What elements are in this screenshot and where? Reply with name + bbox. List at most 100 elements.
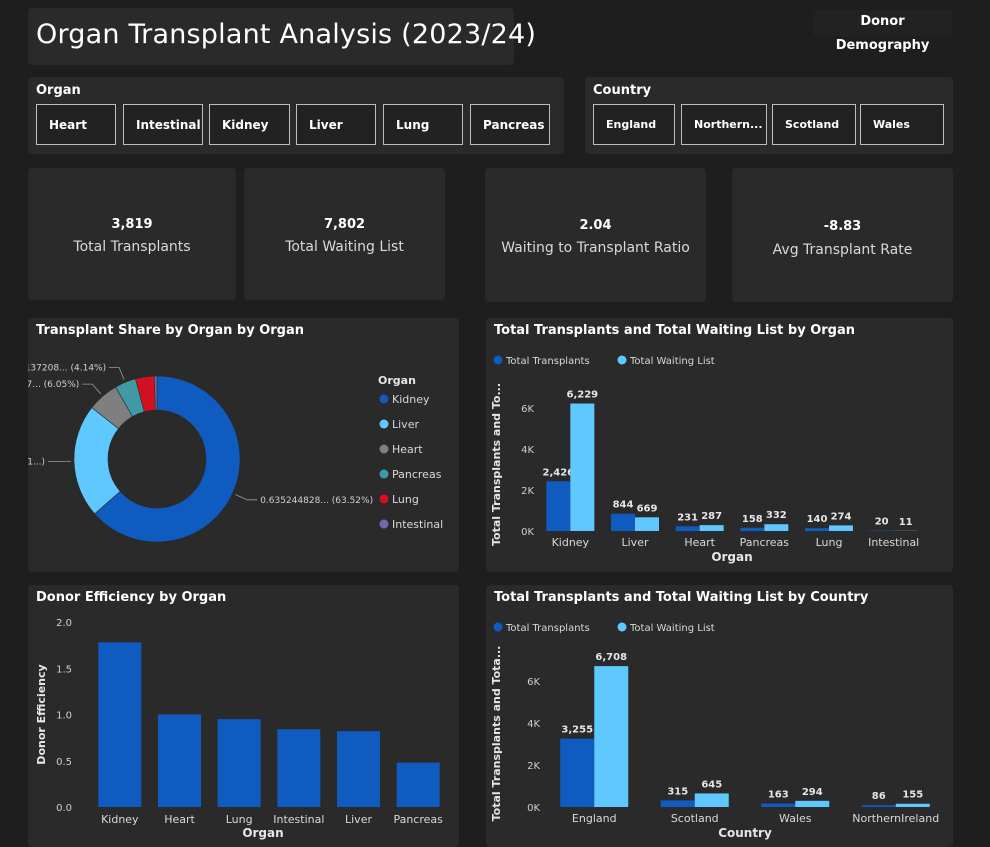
y-axis-label: Donor Efficiency (35, 664, 48, 764)
y-tick-label: 4K (527, 719, 540, 730)
bar-data-label: 294 (802, 787, 823, 798)
bar-donor-efficiency-liver (337, 731, 380, 807)
x-axis-label: Organ (242, 826, 283, 840)
donut-legend-marker-pancreas (379, 469, 389, 479)
organ-option-pancreas[interactable]: Pancreas (470, 104, 550, 145)
x-axis-label: Organ (711, 550, 752, 564)
donut-legend-title: Organ (378, 374, 416, 387)
organ-bar-chart-svg: Total Transplants Total Waiting List 0K 2K 4… (490, 355, 919, 564)
country-option-wales[interactable]: Wales (860, 104, 944, 145)
bar-data-label: 231 (677, 512, 698, 523)
donut-data-label: 0.635244828... (63.52%) (260, 496, 373, 506)
kpi-waiting-to-transplant-ratio: 2.04 Waiting to Transplant Ratio (485, 168, 706, 302)
donut-leader-pancreas (109, 367, 125, 380)
bar-data-label: 315 (667, 786, 688, 797)
organ-option-lung[interactable]: Lung (383, 104, 463, 145)
donut-data-label: 0.060487... (6.05%) (28, 380, 79, 390)
bar-data-label: 2,426 (543, 467, 575, 478)
donut-legend-label: Intestinal (392, 518, 443, 531)
kpi-label: Avg Transplant Rate (772, 242, 913, 258)
bar-total-transplants-kidney (546, 481, 571, 531)
bar-data-label: 3,255 (561, 725, 593, 736)
title-panel: Organ Transplant Analysis (2023/24) (28, 8, 536, 65)
kpi-label: Waiting to Transplant Ratio (501, 240, 690, 256)
country-slicer: Country England Northern... Scotland Wal… (585, 77, 953, 154)
page-title: Organ Transplant Analysis (2023/24) (36, 19, 537, 50)
bar-total-transplants-england (560, 738, 595, 807)
kpi-label: Total Waiting List (285, 239, 404, 255)
x-tick-label: Intestinal (273, 813, 324, 826)
x-tick-label: Liver (622, 536, 649, 549)
bar-total-waiting-list-heart (699, 525, 724, 531)
donut-legend-label: Kidney (392, 393, 430, 406)
kpi-avg-transplant-rate: -8.83 Avg Transplant Rate (732, 168, 953, 302)
bar-total-transplants-lung (805, 528, 829, 531)
kpi-total-waiting-list: 7,802 Total Waiting List (244, 168, 445, 300)
x-tick-label: Pancreas (740, 536, 790, 549)
bar-data-label: 274 (831, 511, 852, 522)
bar-data-label: 287 (701, 511, 722, 522)
donut-legend-label: Liver (392, 418, 419, 431)
bar-total-waiting-list-liver (635, 517, 659, 531)
bar-total-waiting-list-scotland (694, 793, 729, 807)
bar-total-waiting-list-wales (795, 800, 830, 807)
legend-marker-total-waiting-list (617, 622, 627, 632)
donor-efficiency-chart: Donor Efficiency by Organ 0.0 0.5 1.0 1.5 2.… (28, 585, 459, 847)
donut-legend-marker-heart (379, 444, 389, 454)
organ-option-heart[interactable]: Heart (36, 104, 116, 145)
bar-data-label: 332 (766, 510, 787, 521)
donor-demography-button[interactable]: Donor Demography (813, 10, 952, 53)
bar-total-transplants-wales (761, 803, 796, 807)
bar-total-waiting-list-pancreas (764, 524, 789, 531)
country-option-northern-ireland[interactable]: Northern... (681, 104, 767, 145)
y-tick-label: 2K (521, 486, 534, 497)
bar-data-label: 844 (613, 500, 634, 511)
kpi-label: Total Transplants (73, 239, 191, 255)
donut-legend-marker-intestinal (379, 519, 389, 529)
x-tick-label: Pancreas (393, 813, 443, 826)
y-tick-label: 0K (527, 803, 540, 814)
bar-total-transplants-heart (675, 526, 700, 531)
donut-legend-marker-liver (379, 419, 389, 429)
bar-data-label: 669 (637, 503, 658, 514)
organ-slicer: Organ Heart Intestinal Kidney Liver Lung… (28, 77, 564, 154)
organ-option-kidney[interactable]: Kidney (209, 104, 290, 145)
x-tick-label: Wales (779, 812, 812, 825)
country-bar-chart: Total Transplants and Total Waiting List… (486, 585, 953, 847)
x-tick-label: Intestinal (868, 536, 919, 549)
country-option-england[interactable]: England (593, 104, 675, 145)
y-tick-label: 4K (521, 445, 534, 456)
organ-option-intestinal[interactable]: Intestinal (123, 104, 203, 145)
y-axis-label: Total Transplants and Tota... (490, 646, 503, 822)
x-tick-label: England (572, 812, 617, 825)
bar-donor-efficiency-intestinal (277, 729, 321, 807)
x-tick-label: NorthernIreland (852, 812, 939, 825)
transplant-share-chart: Transplant Share by Organ by Organ 0.635… (28, 318, 459, 572)
organ-slicer-title: Organ (36, 83, 81, 98)
bar-data-label: 20 (875, 517, 889, 528)
y-tick-label: 1.0 (56, 711, 72, 722)
x-tick-label: Kidney (552, 536, 590, 549)
y-tick-label: 0K (521, 527, 534, 538)
bar-data-label: 86 (872, 791, 886, 802)
y-tick-label: 6K (521, 404, 534, 415)
donut-legend-marker-kidney (379, 394, 389, 404)
bar-total-transplants-pancreas (740, 527, 765, 531)
x-axis-label: Country (718, 826, 772, 840)
bar-data-label: 6,708 (595, 652, 627, 663)
country-slicer-title: Country (593, 83, 652, 98)
y-axis-label: Total Transplants and To... (490, 383, 503, 546)
bar-total-transplants-northernireland (861, 805, 896, 807)
legend-label: Total Waiting List (629, 356, 715, 367)
bar-data-label: 163 (768, 790, 789, 801)
legend-label: Total Transplants (505, 356, 590, 367)
country-option-scotland[interactable]: Scotland (772, 104, 856, 145)
organ-option-liver[interactable]: Liver (296, 104, 376, 145)
bar-total-waiting-list-northernireland (895, 803, 930, 807)
x-tick-label: Heart (684, 536, 715, 549)
legend-label: Total Transplants (505, 623, 590, 634)
bar-donor-efficiency-kidney (98, 642, 142, 807)
bar-total-waiting-list-lung (829, 525, 853, 531)
x-tick-label: Lung (226, 813, 253, 826)
kpi-value: 7,802 (323, 217, 366, 232)
